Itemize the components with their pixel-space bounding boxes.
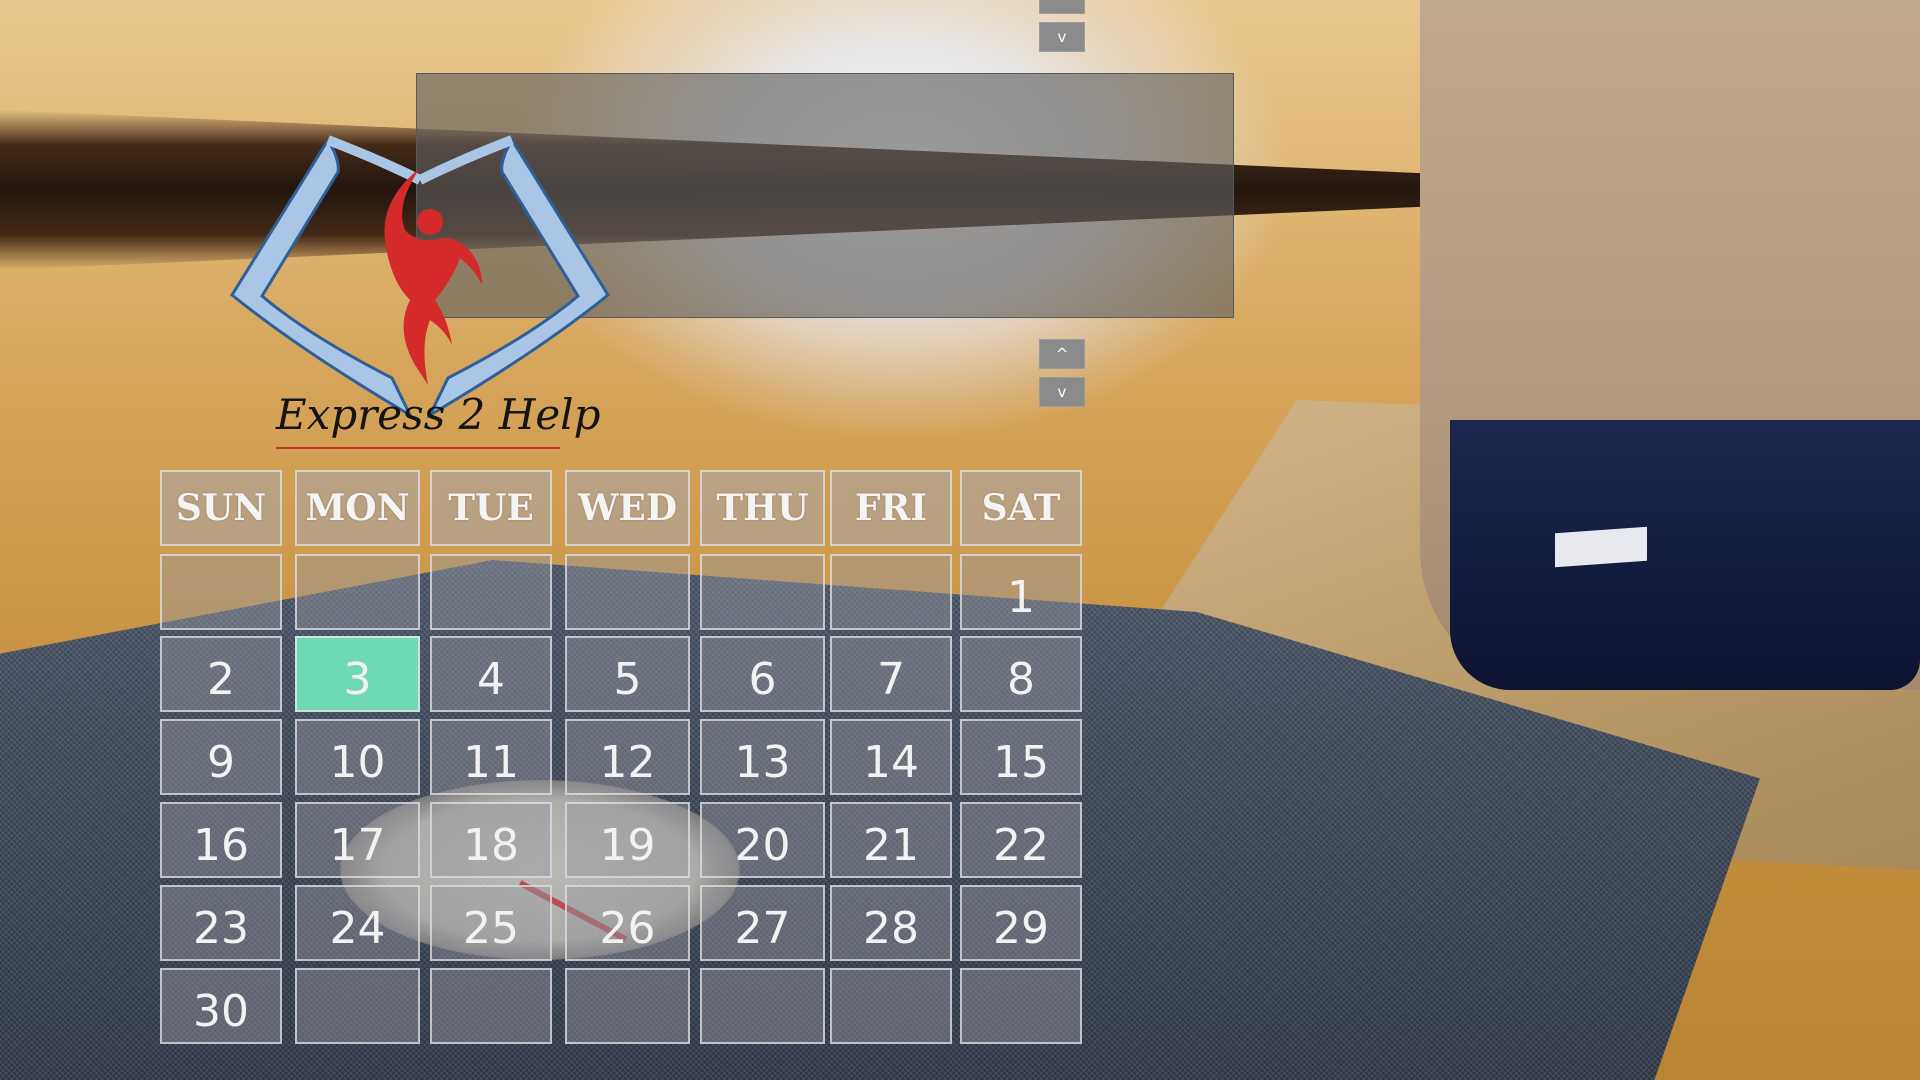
calendar-empty-cell	[295, 968, 420, 1044]
calendar-day-4[interactable]: 4	[430, 636, 552, 712]
calendar-empty-cell	[700, 554, 825, 630]
chevron-down-icon: v	[1057, 382, 1067, 401]
calendar-day-26[interactable]: 26	[565, 885, 690, 961]
calendar-empty-cell	[830, 968, 952, 1044]
calendar-day-6[interactable]: 6	[700, 636, 825, 712]
calendar-day-13[interactable]: 13	[700, 719, 825, 795]
express-2-help-logo: Express 2 Help	[220, 130, 620, 460]
calendar-day-30[interactable]: 30	[160, 968, 282, 1044]
logo-arc-right	[417, 135, 514, 185]
logo-figure-body	[384, 168, 482, 385]
weekday-header-0: SUN	[160, 470, 282, 546]
calendar-day-2[interactable]: 2	[160, 636, 282, 712]
calendar-day-11[interactable]: 11	[430, 719, 552, 795]
calendar-day-14[interactable]: 14	[830, 719, 952, 795]
calendar-day-12[interactable]: 12	[565, 719, 690, 795]
calendar-day-25[interactable]: 25	[430, 885, 552, 961]
calendar-empty-cell	[565, 554, 690, 630]
weekday-header-1: MON	[295, 470, 420, 546]
calendar-day-16[interactable]: 16	[160, 802, 282, 878]
calendar-empty-cell	[430, 968, 552, 1044]
calendar-day-19[interactable]: 19	[565, 802, 690, 878]
background-bottle-label	[1555, 526, 1647, 568]
chevron-down-icon: v	[1057, 27, 1067, 46]
weekday-header-5: FRI	[830, 470, 952, 546]
logo-underline	[276, 447, 560, 449]
logo-figure-head	[417, 209, 443, 235]
calendar-day-18[interactable]: 18	[430, 802, 552, 878]
calendar-empty-cell	[295, 554, 420, 630]
calendar-day-15[interactable]: 15	[960, 719, 1082, 795]
background-bottle-band	[1450, 420, 1920, 690]
calendar-day-20[interactable]: 20	[700, 802, 825, 878]
logo-book-right	[426, 137, 610, 419]
calendar-day-8[interactable]: 8	[960, 636, 1082, 712]
calendar-day-17[interactable]: 17	[295, 802, 420, 878]
calendar-day-23[interactable]: 23	[160, 885, 282, 961]
scroll-up-button-top[interactable]: ^	[1039, 0, 1085, 14]
scroll-down-button[interactable]: v	[1039, 377, 1085, 407]
weekday-header-2: TUE	[430, 470, 552, 546]
calendar-day-7[interactable]: 7	[830, 636, 952, 712]
chevron-up-icon: ^	[1056, 0, 1069, 7]
calendar-day-10[interactable]: 10	[295, 719, 420, 795]
logo-book-left	[230, 137, 414, 419]
calendar-empty-cell	[565, 968, 690, 1044]
calendar-empty-cell	[430, 554, 552, 630]
app-screen: ^ v ^ v Express 2 Help SUNMONTUEWEDTHUFR…	[0, 0, 1920, 1080]
calendar-day-24[interactable]: 24	[295, 885, 420, 961]
calendar-empty-cell	[960, 968, 1082, 1044]
weekday-header-6: SAT	[960, 470, 1082, 546]
scroll-down-button-top[interactable]: v	[1039, 22, 1085, 52]
calendar-day-21[interactable]: 21	[830, 802, 952, 878]
calendar-day-27[interactable]: 27	[700, 885, 825, 961]
calendar-day-9[interactable]: 9	[160, 719, 282, 795]
calendar-empty-cell	[700, 968, 825, 1044]
chevron-up-icon: ^	[1055, 344, 1069, 363]
calendar-day-1[interactable]: 1	[960, 554, 1082, 630]
logo-wordmark: Express 2 Help	[276, 390, 601, 439]
calendar-day-28[interactable]: 28	[830, 885, 952, 961]
calendar-day-29[interactable]: 29	[960, 885, 1082, 961]
scroll-up-button[interactable]: ^	[1039, 339, 1085, 369]
calendar-empty-cell	[160, 554, 282, 630]
calendar-day-3-selected[interactable]: 3	[295, 636, 420, 712]
calendar-day-5[interactable]: 5	[565, 636, 690, 712]
calendar-empty-cell	[830, 554, 952, 630]
weekday-header-4: THU	[700, 470, 825, 546]
weekday-header-3: WED	[565, 470, 690, 546]
calendar-day-22[interactable]: 22	[960, 802, 1082, 878]
month-calendar: SUN MON TUE WED THU FRI SAT 1 2 3 4 5 6 7 8 9 10 11 12 13 14…	[160, 470, 1082, 1050]
logo-arc-left	[326, 135, 423, 185]
